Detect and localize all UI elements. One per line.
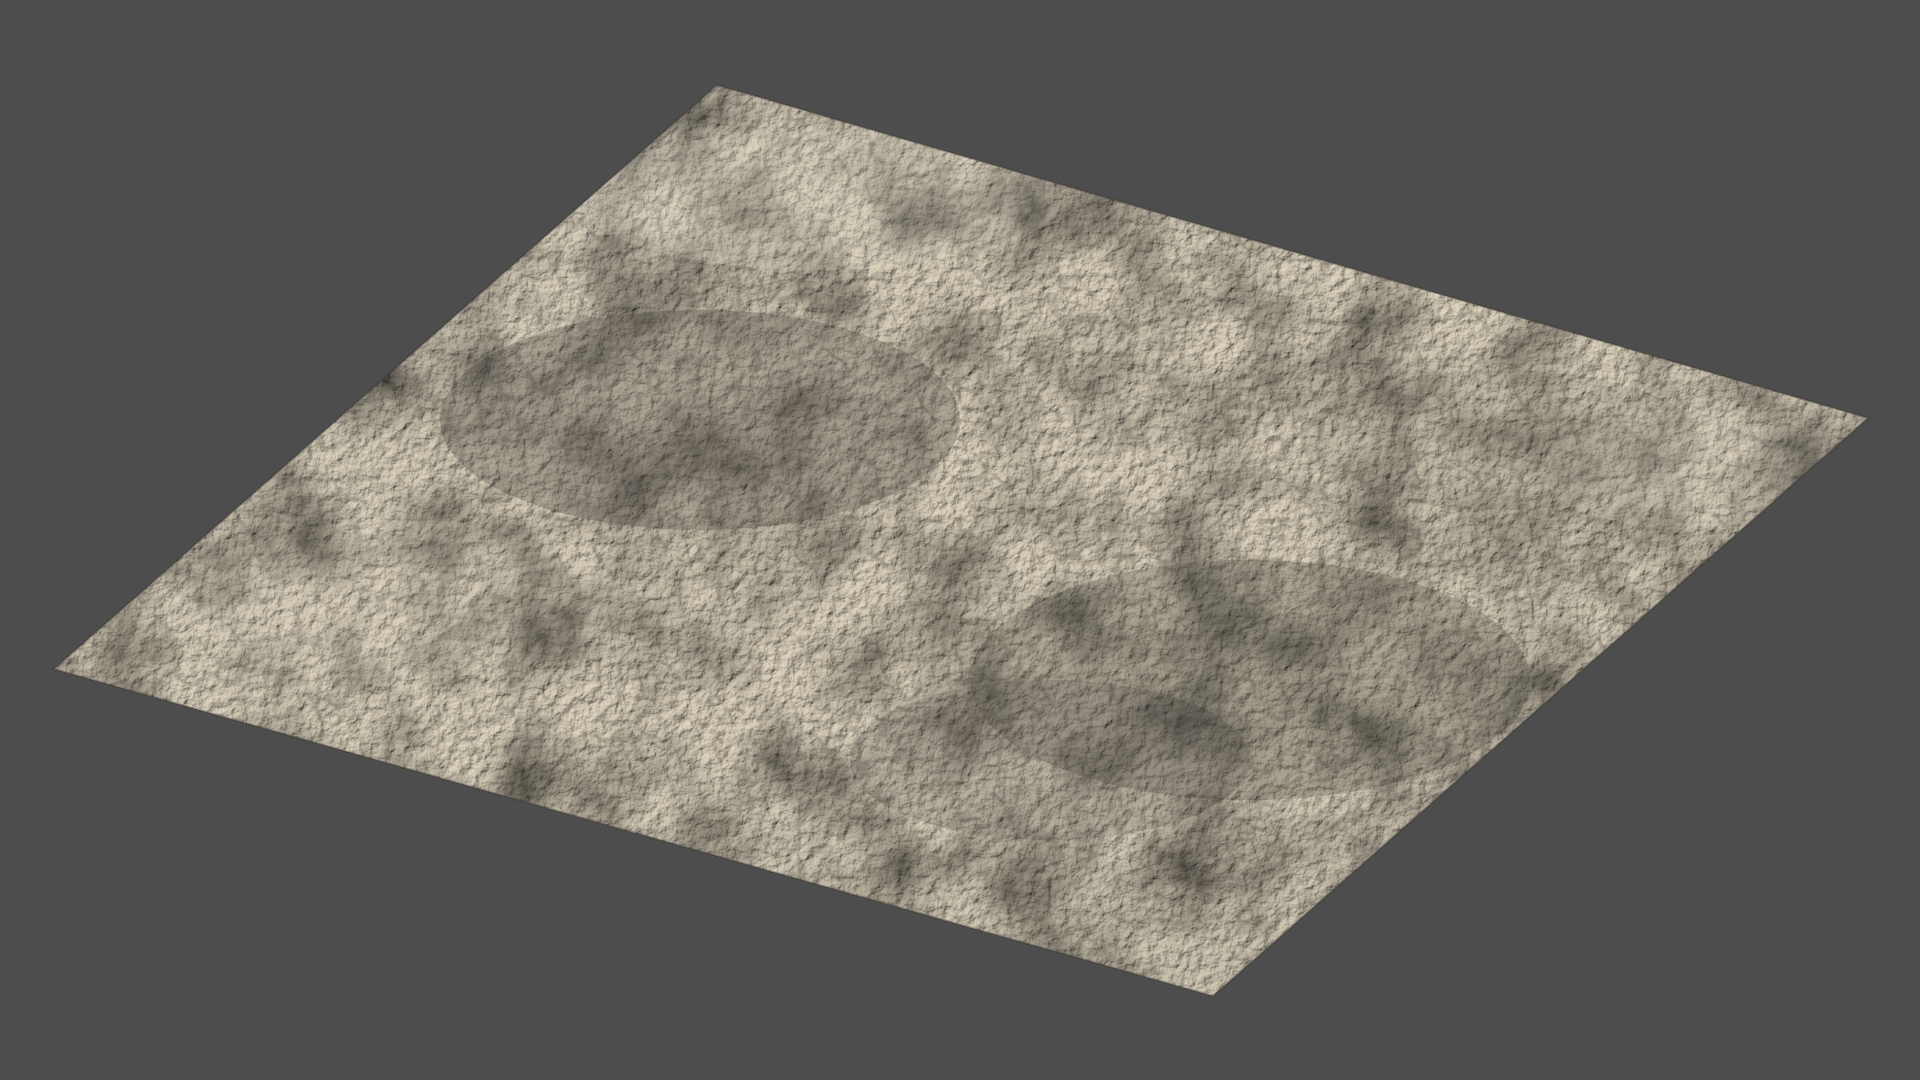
render-viewport	[0, 0, 1920, 1080]
plane-texture	[54, 85, 1868, 996]
texture-plane-render	[51, 83, 1871, 998]
